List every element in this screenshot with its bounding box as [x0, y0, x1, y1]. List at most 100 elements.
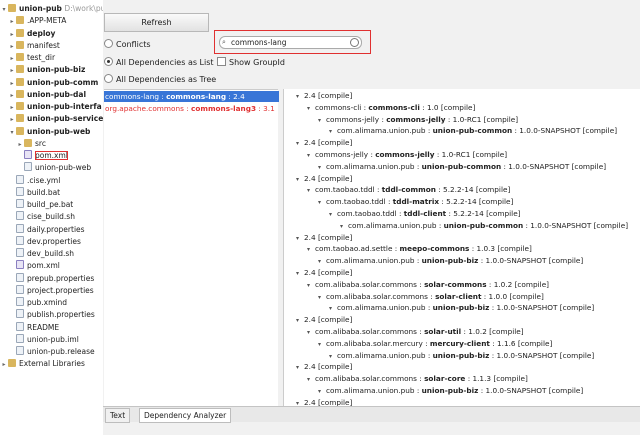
dependency-node[interactable]: ▾ commons-jelly : commons-jelly : 1.0-RC1…: [318, 114, 518, 126]
tree-item[interactable]: cise_build.sh: [0, 211, 75, 223]
conflicts-radio[interactable]: [104, 39, 113, 48]
expand-triangle-icon[interactable]: ▾: [296, 235, 299, 242]
dependency-node[interactable]: ▾ 2.4 [compile]: [296, 361, 352, 373]
tree-item[interactable]: README: [0, 321, 59, 334]
chevron-right-icon[interactable]: ▸: [8, 29, 16, 41]
expand-triangle-icon[interactable]: ▾: [318, 199, 321, 206]
chevron-right-icon[interactable]: ▸: [8, 102, 16, 114]
tree-item[interactable]: daily.properties: [0, 223, 85, 236]
dependency-node[interactable]: ▾ 2.4 [compile]: [296, 173, 352, 185]
tree-item[interactable]: pom.xml: [0, 150, 68, 162]
dependency-node[interactable]: ▾ 2.4 [compile]: [296, 267, 352, 279]
tree-item[interactable]: ▸ External Libraries: [0, 358, 85, 370]
tree-item[interactable]: union-pub-web: [0, 162, 91, 174]
tree-item[interactable]: ▸ src: [0, 138, 46, 150]
chevron-right-icon[interactable]: ▸: [8, 114, 16, 126]
expand-triangle-icon[interactable]: ▾: [340, 223, 343, 230]
conflicts-option[interactable]: Conflicts: [104, 39, 151, 51]
expand-triangle-icon[interactable]: ▾: [307, 376, 310, 383]
expand-triangle-icon[interactable]: ▾: [307, 187, 310, 194]
tree-item[interactable]: project.properties: [0, 284, 94, 297]
tree-item[interactable]: dev_build.sh: [0, 248, 74, 260]
expand-triangle-icon[interactable]: ▾: [329, 211, 332, 218]
tree-item[interactable]: build_pe.bat: [0, 199, 73, 211]
expand-triangle-icon[interactable]: ▾: [318, 388, 321, 395]
dependency-node[interactable]: ▾ com.alimama.union.pub : union-pub-commo…: [318, 161, 606, 173]
expand-triangle-icon[interactable]: ▾: [307, 105, 310, 112]
chevron-right-icon[interactable]: ▸: [8, 90, 16, 102]
tab-text[interactable]: Text: [105, 408, 131, 423]
tree-item[interactable]: publish.properties: [0, 309, 95, 321]
tree-item[interactable]: ▾ union-pub D:\work\pu: [0, 3, 103, 15]
search-input[interactable]: ⌕ commons-lang: [219, 36, 362, 49]
expand-triangle-icon[interactable]: ▾: [318, 117, 321, 124]
dependency-node[interactable]: ▾ com.alimama.union.pub : union-pub-biz :…: [318, 255, 583, 267]
expand-triangle-icon[interactable]: ▾: [307, 329, 310, 336]
dependency-node[interactable]: ▾ commons-jelly : commons-jelly : 1.0-RC1…: [307, 149, 507, 161]
expand-triangle-icon[interactable]: ▾: [296, 364, 299, 371]
tree-item[interactable]: ▸ union-pub-interfa: [0, 101, 102, 113]
tree-item[interactable]: pom.xml: [0, 260, 60, 272]
chevron-right-icon[interactable]: ▸: [8, 41, 16, 53]
tree-item[interactable]: ▾ union-pub-web: [0, 126, 90, 138]
expand-triangle-icon[interactable]: ▾: [307, 246, 310, 253]
dependency-node[interactable]: ▾ com.alimama.union.pub : union-pub-commo…: [340, 220, 628, 232]
dependency-node[interactable]: ▾ commons-cli : commons-cli : 1.0 [compil…: [307, 102, 475, 114]
expand-triangle-icon[interactable]: ▾: [318, 258, 321, 265]
tree-item[interactable]: pub.xmind: [0, 297, 67, 309]
tree-item[interactable]: dev.properties: [0, 235, 81, 248]
clear-icon[interactable]: [350, 38, 359, 47]
expand-triangle-icon[interactable]: ▾: [296, 93, 299, 100]
expand-triangle-icon[interactable]: ▾: [296, 270, 299, 277]
dependency-node[interactable]: ▾ 2.4 [compile]: [296, 232, 352, 244]
dependency-node[interactable]: ▾ 2.4 [compile]: [296, 90, 352, 102]
dependency-node[interactable]: ▾ com.alimama.union.pub : union-pub-biz :…: [329, 302, 594, 314]
expand-triangle-icon[interactable]: ▾: [296, 317, 299, 324]
dependency-node[interactable]: ▾ com.alibaba.solar.commons : solar-util …: [307, 326, 524, 338]
refresh-button[interactable]: Refresh: [104, 13, 209, 32]
tree-item[interactable]: prepub.properties: [0, 272, 94, 285]
result-item[interactable]: org.apache.commons : commons-lang3 : 3.1: [104, 103, 279, 114]
dependency-node[interactable]: ▾ com.alibaba.solar.commons : solar-clien…: [318, 291, 544, 303]
tree-item[interactable]: ▸ union-pub-comm: [0, 77, 98, 89]
chevron-right-icon[interactable]: ▸: [8, 53, 16, 65]
chevron-right-icon[interactable]: ▸: [0, 359, 8, 371]
dependency-node[interactable]: ▾ com.alibaba.solar.commons : solar-commo…: [307, 279, 549, 291]
dependency-node[interactable]: ▾ com.alimama.union.pub : union-pub-commo…: [329, 125, 617, 137]
dependency-node[interactable]: ▾ 2.4 [compile]: [296, 137, 352, 149]
tree-item[interactable]: union-pub.iml: [0, 333, 79, 346]
tab-dependency-analyzer[interactable]: Dependency Analyzer: [139, 408, 232, 423]
chevron-right-icon[interactable]: ▸: [16, 139, 24, 151]
expand-triangle-icon[interactable]: ▾: [318, 164, 321, 171]
dependency-node[interactable]: ▾ 2.4 [compile]: [296, 397, 352, 406]
chevron-right-icon[interactable]: ▸: [8, 16, 16, 28]
dependency-node[interactable]: ▾ com.alibaba.solar.mercury : mercury-cli…: [318, 338, 552, 350]
all-tree-option[interactable]: All Dependencies as Tree: [104, 74, 216, 86]
show-groupid-option[interactable]: Show GroupId: [217, 57, 285, 69]
expand-triangle-icon[interactable]: ▾: [296, 176, 299, 183]
all-list-radio[interactable]: [104, 57, 113, 66]
tree-item[interactable]: ▸ union-pub-biz: [0, 64, 85, 76]
all-tree-radio[interactable]: [104, 74, 113, 83]
expand-triangle-icon[interactable]: ▾: [307, 282, 310, 289]
tree-item[interactable]: ▸ union-pub-service: [0, 113, 103, 125]
expand-triangle-icon[interactable]: ▾: [318, 341, 321, 348]
dependency-node[interactable]: ▾ com.alimama.union.pub : union-pub-biz :…: [318, 385, 583, 397]
expand-triangle-icon[interactable]: ▾: [329, 128, 332, 135]
dependency-node[interactable]: ▾ com.alimama.union.pub : union-pub-biz :…: [329, 350, 594, 362]
dependency-node[interactable]: ▾ com.taobao.tddl : tddl-matrix : 5.2.2-1…: [318, 196, 513, 208]
tree-item[interactable]: ▸ manifest: [0, 40, 60, 52]
dependency-node[interactable]: ▾ com.taobao.ad.settle : meepo-commons : …: [307, 243, 532, 255]
chevron-down-icon[interactable]: ▾: [8, 127, 16, 139]
result-item[interactable]: commons-lang : commons-lang : 2.4: [104, 91, 279, 102]
expand-triangle-icon[interactable]: ▾: [318, 294, 321, 301]
expand-triangle-icon[interactable]: ▾: [329, 353, 332, 360]
expand-triangle-icon[interactable]: ▾: [296, 140, 299, 147]
tree-item[interactable]: .cise.yml: [0, 174, 60, 187]
dependency-node[interactable]: ▾ 2.4 [compile]: [296, 314, 352, 326]
tree-item[interactable]: ▸ test_dir: [0, 52, 55, 64]
tree-item[interactable]: ▸ union-pub-dal: [0, 89, 86, 101]
show-groupid-checkbox[interactable]: [217, 57, 226, 66]
tree-item[interactable]: build.bat: [0, 186, 60, 199]
tree-item[interactable]: union-pub.release: [0, 346, 95, 358]
